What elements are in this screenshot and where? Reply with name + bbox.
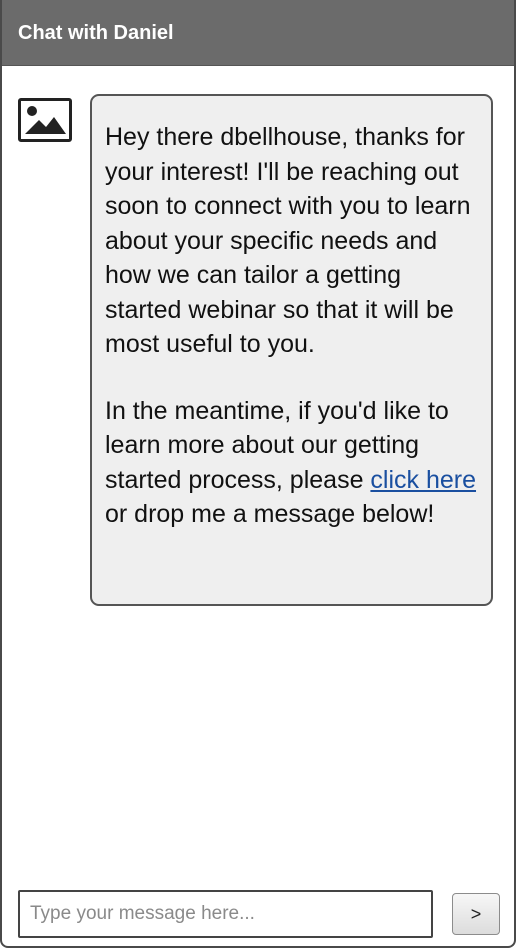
message-bubble: Hey there dbellhouse, thanks for your in… (90, 94, 493, 606)
image-placeholder-icon (18, 98, 72, 142)
message-paragraph-2: In the meantime, if you'd like to learn … (105, 394, 479, 532)
message-text-after-link: or drop me a message below! (105, 500, 435, 528)
chat-title: Chat with Daniel (18, 22, 174, 44)
message-input[interactable] (18, 890, 433, 938)
chat-header: Chat with Daniel (2, 0, 514, 66)
message-paragraph-1: Hey there dbellhouse, thanks for your in… (105, 123, 471, 358)
send-button[interactable]: > (452, 893, 500, 935)
composer: > (18, 890, 502, 940)
chat-widget: Chat with Daniel Hey there dbellhouse, t… (0, 0, 516, 948)
avatar-image-icon (25, 106, 66, 134)
click-here-link[interactable]: click here (370, 466, 476, 494)
